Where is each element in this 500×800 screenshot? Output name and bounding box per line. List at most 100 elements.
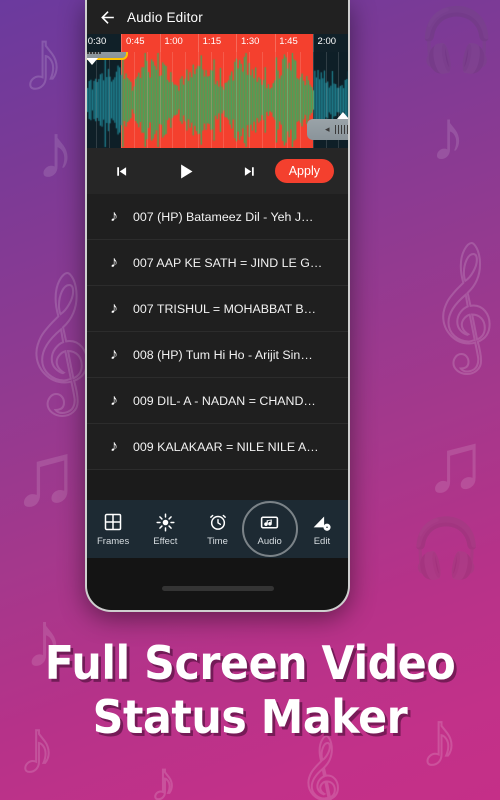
song-list-item[interactable]: ♪ 007 AAP KE SATH = JIND LE G… bbox=[87, 240, 348, 286]
skip-previous-button[interactable] bbox=[101, 151, 141, 191]
ruler-label: 1:30 bbox=[240, 36, 260, 47]
music-note-deco-icon: ♪ bbox=[36, 107, 75, 195]
sparkle-effect-icon bbox=[155, 511, 176, 533]
skip-previous-icon bbox=[116, 166, 126, 176]
apply-button[interactable]: Apply bbox=[274, 159, 334, 183]
waveform-gridline bbox=[210, 52, 212, 148]
song-list-item[interactable]: ♪ 009 KALAKAAR = NILE NILE A… bbox=[87, 424, 348, 470]
play-button[interactable] bbox=[165, 151, 205, 191]
ruler-tick bbox=[159, 34, 161, 52]
promo-line-1: Full Screen Video bbox=[44, 636, 456, 690]
ruler-tick bbox=[274, 34, 276, 52]
waveform-gridline bbox=[121, 52, 123, 148]
treble-clef-deco-icon: 𝄞 bbox=[299, 736, 342, 800]
headphones-deco-icon: 🎧 bbox=[418, 6, 496, 75]
music-note-deco-icon: ♪ bbox=[21, 13, 66, 109]
tab-label: Frames bbox=[97, 536, 130, 547]
ruler-label: 0:45 bbox=[126, 36, 145, 47]
ruler-label: 2:00 bbox=[317, 36, 337, 47]
selection-end-handle[interactable]: ◂ ▸ bbox=[306, 112, 348, 140]
ruler-label: 1:45 bbox=[279, 36, 298, 47]
back-button[interactable] bbox=[93, 3, 121, 31]
ruler-tick bbox=[197, 34, 199, 52]
music-note-deco-icon: ♫ bbox=[12, 425, 80, 525]
tab-label: Audio bbox=[257, 536, 282, 547]
music-note-deco-icon: ♪ bbox=[149, 752, 178, 800]
waveform-gridline bbox=[134, 52, 136, 148]
alarm-clock-icon bbox=[208, 511, 228, 533]
transport-controls: Apply bbox=[87, 148, 348, 194]
waveform-gridline bbox=[261, 52, 263, 148]
tab-time[interactable]: Time bbox=[191, 511, 243, 547]
tab-effect[interactable]: Effect bbox=[139, 511, 191, 547]
waveform-gridline bbox=[108, 52, 110, 148]
grid-frames-icon bbox=[103, 511, 123, 533]
handle-grip-icon bbox=[87, 52, 101, 54]
song-title: 009 KALAKAAR = NILE NILE A… bbox=[133, 439, 319, 454]
promo-line-2: Status Maker bbox=[92, 690, 408, 745]
edit-gear-icon bbox=[311, 511, 332, 533]
timeline-ruler[interactable]: 0:300:451:001:151:301:452:002:15 bbox=[87, 34, 348, 52]
bottom-toolbar: Frames Effect Time Audio Edit bbox=[87, 500, 348, 558]
tab-label: Edit bbox=[313, 536, 331, 547]
tab-audio[interactable]: Audio bbox=[244, 511, 296, 547]
music-note-icon: ♪ bbox=[110, 299, 118, 317]
tab-edit[interactable]: Edit bbox=[296, 511, 348, 547]
ruler-label: 0:30 bbox=[87, 36, 107, 47]
waveform-gridline bbox=[300, 52, 302, 148]
song-list-item[interactable]: ♪ 009 DIL- A - NADAN = CHAND… bbox=[87, 378, 348, 424]
handle-right-arrow-icon: ▸ bbox=[106, 52, 111, 55]
music-note-deco-icon: ♫ bbox=[424, 415, 487, 509]
arrow-back-icon bbox=[100, 10, 114, 24]
song-title: 008 (HP) Tum Hi Ho - Arijit Sin… bbox=[133, 347, 313, 362]
tab-label: Effect bbox=[153, 536, 178, 547]
tab-label: Time bbox=[207, 536, 228, 547]
app-bar: Audio Editor bbox=[87, 0, 348, 34]
music-note-icon: ♪ bbox=[110, 391, 118, 409]
ruler-label: 1:00 bbox=[164, 36, 183, 47]
song-title: 007 TRISHUL = MOHABBAT B… bbox=[133, 301, 317, 316]
handle-pointer bbox=[87, 58, 99, 65]
waveform-gridline bbox=[185, 52, 187, 148]
ruler-tick bbox=[312, 34, 314, 52]
ruler-label: 1:15 bbox=[202, 36, 222, 47]
treble-clef-deco-icon: 𝄞 bbox=[429, 243, 496, 366]
ruler-tick bbox=[236, 34, 238, 52]
audio-note-box-icon bbox=[259, 511, 280, 533]
song-title: 007 AAP KE SATH = JIND LE G… bbox=[133, 255, 323, 270]
song-title: 007 (HP) Batameez Dil - Yeh J… bbox=[133, 209, 314, 224]
promo-text: Full Screen Video Status Maker bbox=[0, 636, 500, 745]
waveform-gridline bbox=[287, 52, 289, 148]
song-list-item[interactable]: ♪ 007 (HP) Batameez Dil - Yeh J… bbox=[87, 194, 348, 240]
selection-start-handle[interactable]: ◂ ▸ bbox=[87, 52, 129, 65]
handle-pointer bbox=[336, 112, 348, 119]
song-list-item[interactable]: ♪ 007 TRISHUL = MOHABBAT B… bbox=[87, 286, 348, 332]
waveform-gridline bbox=[159, 52, 161, 148]
skip-next-button[interactable] bbox=[229, 151, 269, 191]
ruler-tick bbox=[121, 34, 123, 52]
waveform-area[interactable]: ◂ ▸ ◂ ▸ bbox=[87, 52, 348, 148]
music-note-icon: ♪ bbox=[110, 253, 118, 271]
music-note-icon: ♪ bbox=[110, 345, 118, 363]
treble-clef-deco-icon: 𝄞 bbox=[21, 273, 94, 407]
skip-next-icon bbox=[244, 166, 254, 176]
headphones-deco-icon: 🎧 bbox=[410, 516, 483, 581]
song-list-item[interactable]: ♪ 008 (HP) Tum Hi Ho - Arijit Sin… bbox=[87, 332, 348, 378]
home-indicator bbox=[161, 586, 274, 591]
phone-mockup: Audio Editor 0:30 0:45 1:00 1:15 1:30 1:45 2:0… bbox=[85, 0, 350, 612]
page-title: Audio Editor bbox=[127, 9, 203, 25]
music-note-icon: ♪ bbox=[110, 207, 118, 225]
waveform-gridline bbox=[197, 52, 199, 148]
handle-left-arrow-icon: ◂ bbox=[325, 124, 330, 134]
tab-frames[interactable]: Frames bbox=[87, 511, 139, 547]
song-list[interactable]: ♪ 007 (HP) Batameez Dil - Yeh J… ♪ 007 AAP … bbox=[87, 194, 348, 470]
app-screen: Audio Editor 0:30 0:45 1:00 1:15 1:30 1:45 2:0… bbox=[87, 0, 348, 558]
waveform-gridline bbox=[248, 52, 250, 148]
waveform-gridline bbox=[236, 52, 238, 148]
waveform-gridline bbox=[274, 52, 276, 148]
music-note-icon: ♪ bbox=[110, 437, 118, 455]
play-icon bbox=[180, 164, 192, 178]
waveform-gridline bbox=[146, 52, 148, 148]
waveform-gridline bbox=[223, 52, 225, 148]
song-title: 009 DIL- A - NADAN = CHAND… bbox=[133, 393, 316, 408]
